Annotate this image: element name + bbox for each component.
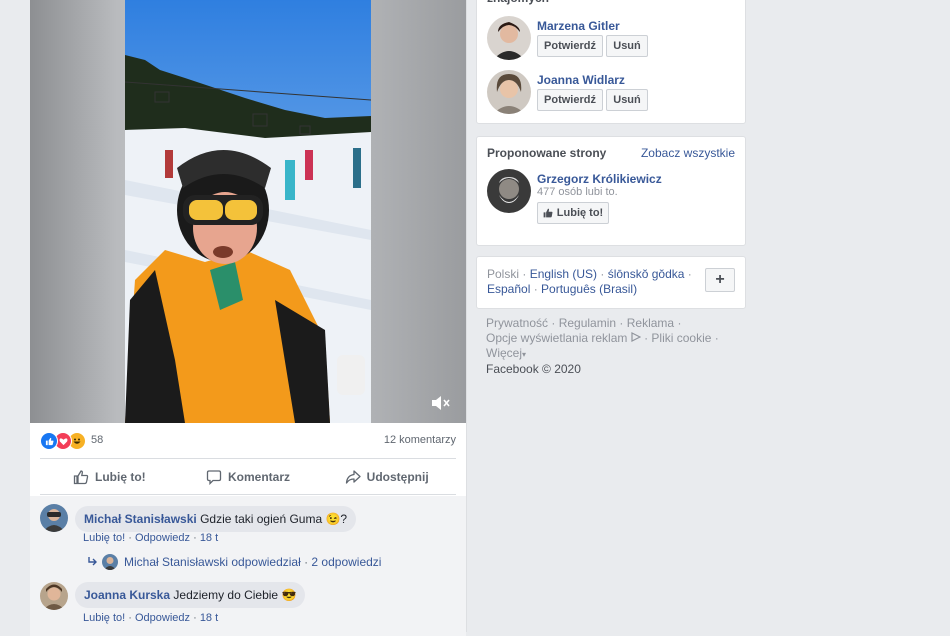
friend-requests-card: znajomych Marzena Gitler Potwierdź Usuń … [476,0,746,124]
comment-like-link[interactable]: Lubię to! [83,532,125,544]
reply-count-link[interactable]: 2 odpowiedzi [311,555,381,569]
delete-button[interactable]: Usuń [606,35,648,57]
divider [40,458,456,459]
language-link[interactable]: English (US) [530,267,597,281]
divider [40,494,456,495]
friend-name[interactable]: Joanna Widlarz [537,73,625,87]
share-icon [345,470,361,484]
comment-count[interactable]: 12 komentarzy [384,434,456,446]
post-actions: Lubię to! Komentarz Udostępnij [40,461,456,493]
separator: · [190,532,200,544]
separator: · [519,267,530,281]
comment-author[interactable]: Michał Stanisławski [84,512,197,526]
see-all-link[interactable]: Zobacz wszystkie [641,146,735,160]
comment-bubble: Michał Stanisławski Gdzie taki ogień Gum… [75,506,357,532]
comment-reply-link[interactable]: Odpowiedz [135,612,190,624]
delete-button[interactable]: Usuń [606,89,648,111]
separator: · [125,612,135,624]
footer: Prywatność · Regulamin · Reklama · Opcje… [486,316,719,376]
copyright: Facebook © 2020 [486,362,581,376]
footer-link[interactable]: Reklama [627,316,674,330]
comment-timestamp[interactable]: 18 t [200,532,218,544]
comments-section: Michał Stanisławski Gdzie taki ogień Gum… [30,496,466,636]
reply-avatar [102,554,118,570]
thumbs-up-icon [73,470,89,485]
separator: · [190,612,200,624]
comment-button[interactable]: Komentarz [179,461,318,493]
separator: · [125,532,135,544]
video-still [125,0,371,423]
avatar[interactable] [487,70,531,114]
separator: · [530,282,542,296]
video-frame[interactable] [125,0,371,423]
footer-link[interactable]: Prywatność [486,316,548,330]
current-language: Polski [487,267,520,281]
suggested-pages-card: Proponowane strony Zobacz wszystkie Grze… [476,136,746,246]
like-page-button[interactable]: Lubię to! [537,202,609,224]
share-button-label: Udostępnij [366,470,429,484]
share-button[interactable]: Udostępnij [317,461,456,493]
comment-bubble: Joanna Kurska Jedziemy do Ciebie 😎 [75,582,306,608]
reactions-summary[interactable]: 58 12 komentarzy [40,431,456,453]
comment-timestamp[interactable]: 18 t [200,612,218,624]
footer-link[interactable]: Opcje wyświetlania reklam [486,331,627,345]
separator: · [300,555,312,569]
replies-summary[interactable]: Michał Stanisławski odpowiedział · 2 odp… [88,554,381,570]
comment-meta: Lubię to! · Odpowiedz · 18 t [83,612,218,624]
comment-text: Gdzie taki ogień Guma 😉? [200,512,348,526]
suggested-pages-title: Proponowane strony [487,146,607,160]
video-player[interactable] [30,0,466,423]
separator: · [684,267,692,281]
friend-requests-heading: znajomych [487,0,549,5]
avatar[interactable] [487,16,531,60]
comment-like-link[interactable]: Lubię to! [83,612,125,624]
avatar[interactable] [40,582,68,610]
reaction-icons[interactable] [40,431,86,451]
thumbs-up-icon [543,208,553,218]
comment-text: Jedziemy do Ciebie 😎 [173,588,297,602]
post: 58 12 komentarzy Lubię to! Komentarz Udo… [30,0,467,636]
footer-link[interactable]: Regulamin [559,316,616,330]
language-link[interactable]: Español [487,282,530,296]
like-button-label: Lubię to! [95,470,146,484]
volume-muted-icon[interactable] [430,393,452,413]
reply-author-text[interactable]: Michał Stanisławski odpowiedział [124,555,301,569]
comment-icon [206,470,222,485]
language-link[interactable]: ślōnskŏ gŏdka [608,267,685,281]
comment-author[interactable]: Joanna Kurska [84,588,170,602]
confirm-button[interactable]: Potwierdź [537,35,603,57]
separator: · [597,267,608,281]
page-avatar[interactable] [487,169,531,213]
caret-down-icon[interactable]: ▾ [522,350,526,359]
friend-name[interactable]: Marzena Gitler [537,19,620,33]
comment-meta: Lubię to! · Odpowiedz · 18 t [83,532,218,544]
ad-choices-icon[interactable] [631,332,642,342]
language-list: Polski · English (US) · ślōnskŏ gŏdka · … [487,267,702,297]
footer-link[interactable]: Pliki cookie [651,331,711,345]
avatar[interactable] [40,504,68,532]
like-button[interactable]: Lubię to! [40,461,179,493]
add-language-button[interactable]: + [705,268,735,292]
like-reaction-icon [40,432,58,450]
reaction-count[interactable]: 58 [91,434,103,446]
confirm-button[interactable]: Potwierdź [537,89,603,111]
page-likes: 477 osób lubi to. [537,186,618,198]
reply-arrow-icon [88,557,97,566]
comment-reply-link[interactable]: Odpowiedz [135,532,190,544]
page-name[interactable]: Grzegorz Królikiewicz [537,172,662,186]
language-link[interactable]: Português (Brasil) [541,282,637,296]
comment-button-label: Komentarz [228,470,291,484]
footer-link[interactable]: Więcej [486,346,522,360]
language-card: Polski · English (US) · ślōnskŏ gŏdka · … [476,256,746,309]
like-page-label: Lubię to! [556,207,604,219]
